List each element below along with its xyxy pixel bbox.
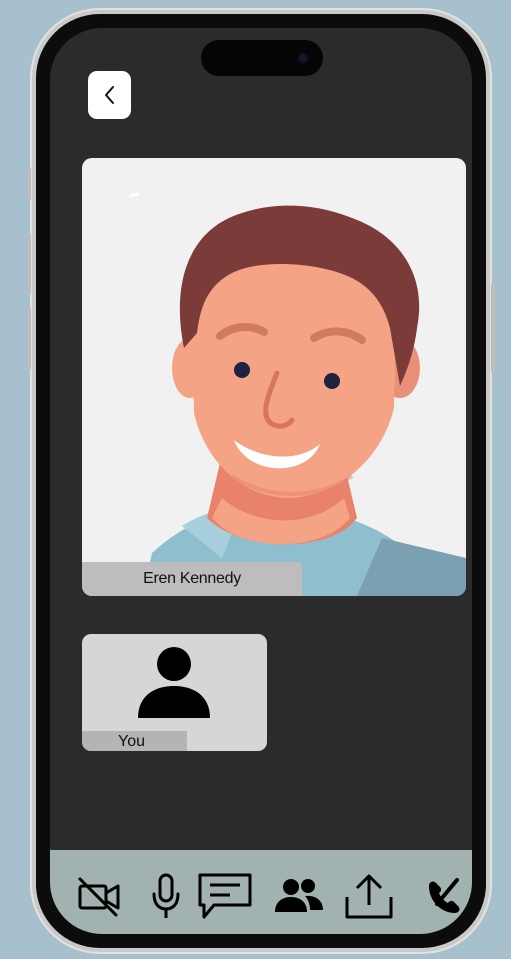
share-button[interactable] [340, 868, 398, 924]
chat-icon [198, 873, 252, 919]
share-icon [345, 874, 393, 919]
dynamic-island [201, 40, 323, 76]
back-button[interactable] [88, 71, 131, 119]
silent-switch [27, 168, 31, 200]
phone-bezel: Eren Kennedy You [36, 14, 486, 948]
phone-frame: Eren Kennedy You [27, 8, 495, 954]
microphone-icon [152, 873, 180, 918]
end-call-icon [429, 878, 460, 913]
camera-off-icon [78, 877, 120, 917]
call-toolbar [50, 850, 472, 934]
volume-up-button [27, 233, 31, 295]
microphone-button[interactable] [141, 868, 191, 924]
chevron-left-icon [104, 86, 114, 104]
participants-button[interactable] [270, 868, 328, 924]
call-screen: Eren Kennedy You [50, 28, 472, 934]
self-video-tile[interactable]: You [82, 634, 267, 751]
camera-toggle-button[interactable] [74, 868, 124, 924]
chat-button[interactable] [196, 868, 254, 924]
participants-icon [275, 879, 323, 912]
end-call-button[interactable] [420, 868, 468, 924]
local-participant-label: You [82, 731, 187, 751]
power-button [491, 283, 495, 373]
remote-video-tile[interactable]: Eren Kennedy [82, 158, 466, 596]
remote-participant-avatar [128, 192, 466, 596]
front-camera [297, 52, 309, 64]
remote-participant-name: Eren Kennedy [82, 562, 302, 596]
volume-down-button [27, 308, 31, 370]
